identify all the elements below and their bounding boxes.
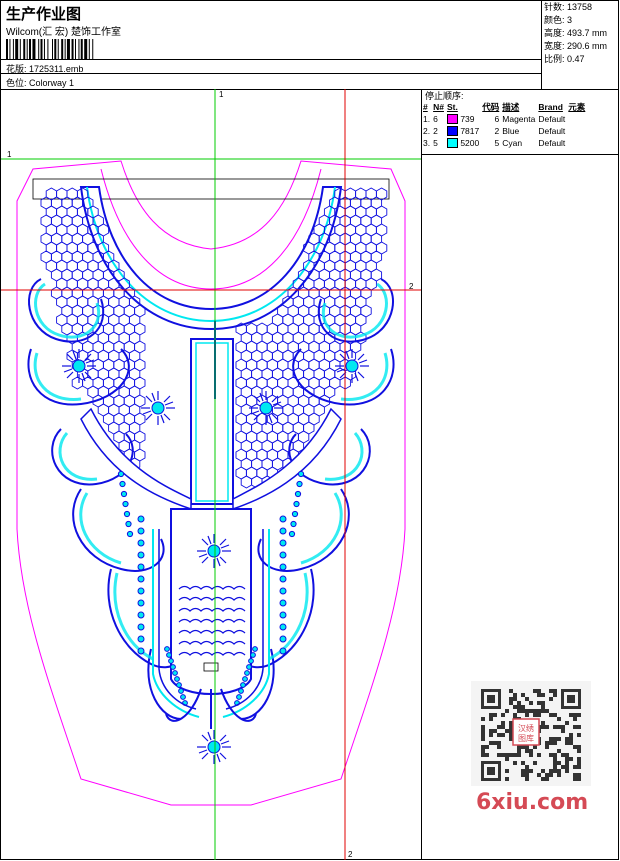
stat-value: 13758 xyxy=(567,2,593,12)
watermark-text: 6xiu.com xyxy=(476,790,589,815)
header-divider xyxy=(1,73,541,74)
stat-stitches: 针数: 13758 xyxy=(542,1,620,14)
colorway-row: 色位: Colorway 1 xyxy=(6,76,74,89)
thread-brand: Default xyxy=(538,114,566,124)
guide-label-green-h: 1 xyxy=(7,150,12,159)
color-description: Cyan xyxy=(502,138,523,148)
needle-number: 5 xyxy=(433,138,438,148)
needle-number: 2 xyxy=(433,126,438,136)
color-swatch xyxy=(446,138,458,149)
column-header: 描述 xyxy=(502,102,520,112)
center-placket xyxy=(190,338,234,505)
stat-label: 针数: xyxy=(544,2,565,12)
production-worksheet: 生产作业图 Wilcom(汇 宏) 楚饰工作室 花版: 1725311.emb … xyxy=(0,0,619,860)
stat-scale: 比例: 0.47 xyxy=(542,53,620,66)
barcode-image xyxy=(6,39,94,59)
column-header: St. xyxy=(446,102,458,112)
element-cell xyxy=(568,113,588,125)
stitch-count: 739 xyxy=(446,113,482,125)
neck-band-inner xyxy=(86,186,336,323)
color-code: 6 xyxy=(494,114,500,124)
center-tab xyxy=(203,662,219,672)
stitch-value: 739 xyxy=(457,113,475,124)
row-index: 1. xyxy=(423,114,431,124)
row-index: 3. xyxy=(423,138,431,148)
seal-text-top: 汉绣 xyxy=(518,723,534,733)
column-header: 代码 xyxy=(482,102,500,112)
element-cell xyxy=(568,125,588,137)
table-header-row: # N# St. 代码 描述 Brand 元素 xyxy=(423,101,588,113)
color-swatch xyxy=(446,126,458,137)
stop-sequence-table: # N# St. 代码 描述 Brand 元素 1. 6 739 6 Magenta D… xyxy=(423,101,588,149)
worksheet-header: 生产作业图 Wilcom(汇 宏) 楚饰工作室 花版: 1725311.emb … xyxy=(1,1,618,90)
table-row: 3. 5 5200 5 Cyan Default xyxy=(423,137,588,149)
color-code: 5 xyxy=(494,138,500,148)
colorway-label: 色位: xyxy=(6,78,27,88)
color-swatch xyxy=(446,114,458,125)
design-stats: 针数: 13758 颜色: 3 高度: 493.7 mm 宽度: 290.6 m… xyxy=(541,1,620,89)
header-info: 生产作业图 Wilcom(汇 宏) 楚饰工作室 花版: 1725311.emb … xyxy=(1,1,541,89)
guide-label-red-h: 2 xyxy=(409,282,414,291)
stat-label: 颜色: xyxy=(544,15,565,25)
stitch-count: 5200 xyxy=(446,137,482,149)
neck-band xyxy=(79,186,343,331)
embroidery-design: 1 1 2 2 xyxy=(1,89,421,860)
stat-value: 290.6 mm xyxy=(567,41,608,51)
row-index: 2. xyxy=(423,126,431,136)
stat-colors: 颜色: 3 xyxy=(542,14,620,27)
column-header: N# xyxy=(433,102,444,112)
header-divider xyxy=(1,59,541,60)
page-title: 生产作业图 xyxy=(6,5,82,23)
element-cell xyxy=(568,137,588,149)
stat-value: 0.47 xyxy=(567,54,585,64)
stitch-value: 7817 xyxy=(457,125,480,136)
studio-name: Wilcom(汇 宏) 楚饰工作室 xyxy=(6,27,121,38)
design-preview: 1 1 2 2 xyxy=(1,89,422,860)
stat-value: 493.7 mm xyxy=(567,28,608,38)
stat-label: 高度: xyxy=(544,28,565,38)
table-row: 1. 6 739 6 Magenta Default xyxy=(423,113,588,125)
colorway-name: Colorway 1 xyxy=(29,78,75,88)
needle-number: 6 xyxy=(433,114,438,124)
stat-width: 宽度: 290.6 mm xyxy=(542,40,620,53)
guide-label-red-v: 2 xyxy=(348,850,353,859)
thread-brand: Default xyxy=(538,126,566,136)
stat-height: 高度: 493.7 mm xyxy=(542,27,620,40)
color-description: Magenta xyxy=(502,114,536,124)
table-row: 2. 2 7817 2 Blue Default xyxy=(423,125,588,137)
column-header: Brand xyxy=(538,102,563,112)
stat-label: 比例: xyxy=(544,54,565,64)
column-header: # xyxy=(423,102,428,112)
thread-brand: Default xyxy=(538,138,566,148)
stat-label: 宽度: xyxy=(544,41,565,51)
stitch-count: 7817 xyxy=(446,125,482,137)
color-description: Blue xyxy=(502,126,520,136)
column-header: 元素 xyxy=(568,102,586,112)
color-code: 2 xyxy=(494,126,500,136)
guide-label-green-v: 1 xyxy=(219,90,224,99)
stat-value: 3 xyxy=(567,15,573,25)
panel-divider xyxy=(422,154,618,155)
stitch-value: 5200 xyxy=(457,137,480,148)
seal-text-bottom: 图库 xyxy=(518,733,534,743)
